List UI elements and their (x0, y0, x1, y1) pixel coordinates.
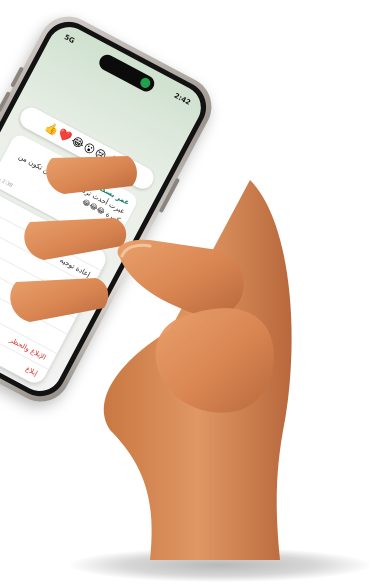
ring-finger (10, 278, 109, 322)
palm (155, 308, 274, 413)
index-finger (46, 156, 137, 194)
hand-front (10, 156, 274, 413)
middle-finger (24, 218, 127, 260)
product-photo: 5G 2:42 👍❤️😂😮😢🙏+ عمر بسكالة عبرت أحدث تر… (0, 0, 376, 586)
thumb (117, 239, 244, 317)
